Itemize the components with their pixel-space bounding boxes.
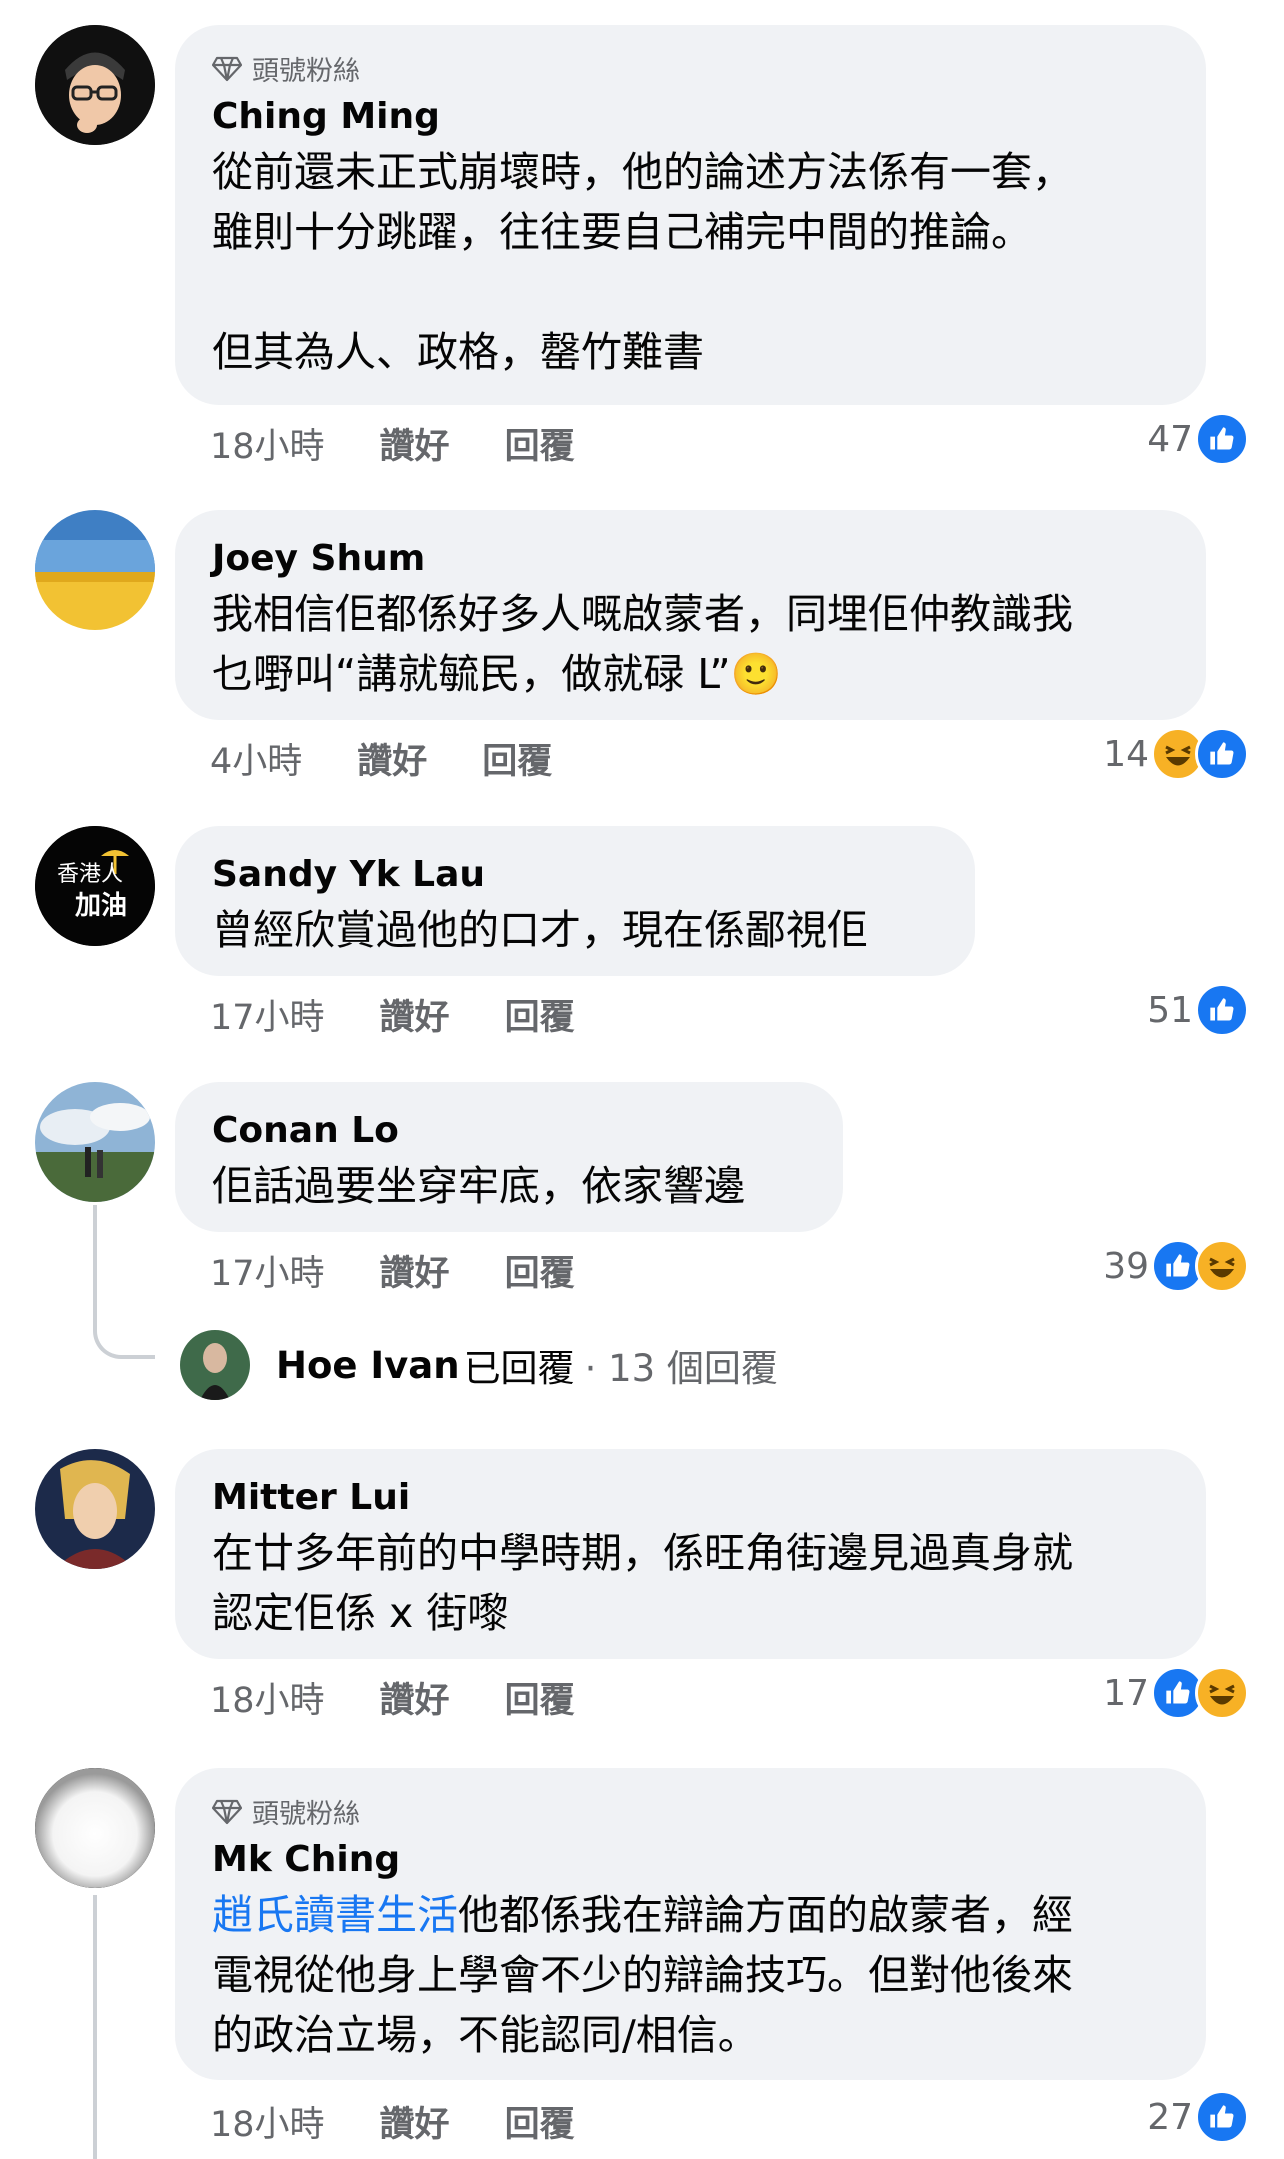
author-name[interactable]: Ching Ming: [212, 92, 1170, 142]
avatar[interactable]: [35, 510, 155, 630]
avatar-text: 香港人: [57, 862, 123, 887]
timestamp[interactable]: 18小時: [210, 2096, 325, 2147]
timestamp[interactable]: 18小時: [210, 1672, 325, 1723]
comment-line: 曾經欣賞過他的口才，現在係鄙視佢: [212, 906, 868, 954]
reaction-count: 14: [1103, 733, 1149, 775]
timestamp[interactable]: 18小時: [210, 418, 325, 469]
reply-author-name: Hoe Ivan: [276, 1343, 460, 1387]
timestamp[interactable]: 4小時: [210, 733, 302, 784]
reply-button[interactable]: 回覆: [482, 733, 552, 784]
reaction-summary[interactable]: 14: [1103, 727, 1249, 781]
badge-label: 頭號粉絲: [252, 56, 360, 87]
comment-line: [212, 262, 1170, 322]
comment-actions: 18小時 讚好 回覆: [210, 418, 630, 469]
reaction-summary[interactable]: 51: [1147, 983, 1249, 1037]
reaction-count: 17: [1103, 1672, 1149, 1714]
timestamp[interactable]: 17小時: [210, 1245, 325, 1296]
thread-connector: [93, 1895, 97, 2159]
comment-text: 曾經欣賞過他的口才，現在係鄙視佢: [212, 900, 939, 960]
like-button[interactable]: 讚好: [380, 2096, 450, 2147]
comment-bubble: Joey Shum 我相信佢都係好多人嘅啟蒙者，同埋佢仲教識我 乜嘢叫“講就毓民，…: [175, 510, 1206, 720]
diamond-icon: [212, 1799, 242, 1824]
reply-action: 已回覆: [463, 1347, 575, 1390]
like-reaction-icon: [1195, 2090, 1249, 2144]
comment-line: 認定佢係 x 街嚟: [212, 1589, 509, 1637]
reply-button[interactable]: 回覆: [505, 1672, 575, 1723]
like-reaction-icon: [1195, 983, 1249, 1037]
author-name[interactable]: Joey Shum: [212, 534, 1170, 584]
like-reaction-icon: [1195, 412, 1249, 466]
avatar[interactable]: [35, 1082, 155, 1202]
reply-button[interactable]: 回覆: [505, 418, 575, 469]
comment-actions: 4小時 讚好 回覆: [210, 733, 607, 784]
badge-label: 頭號粉絲: [252, 1799, 360, 1830]
avatar-text: 加油: [75, 891, 127, 921]
avatar[interactable]: [35, 1449, 155, 1569]
avatar[interactable]: [35, 1768, 155, 1888]
avatar[interactable]: [35, 25, 155, 145]
view-replies-link[interactable]: Hoe Ivan 已回覆 · 13 個回覆: [180, 1330, 778, 1400]
comment-bubble: Conan Lo 佢話過要坐穿牢底，依家響邊: [175, 1082, 843, 1232]
comment-bubble: Mitter Lui 在廿多年前的中學時期，係旺角街邊見過真身就 認定佢係 x 街…: [175, 1449, 1206, 1659]
comment-line: 趙氏讀書生活他都係我在辯論方面的啟蒙者，經: [212, 1885, 1170, 1945]
avatar[interactable]: 香港人 加油: [35, 826, 155, 946]
comment-line: 佢話過要坐穿牢底，依家響邊: [212, 1162, 745, 1210]
thread-connector: [93, 1205, 155, 1359]
reaction-summary[interactable]: 39: [1103, 1239, 1249, 1293]
comment-text: 我相信佢都係好多人嘅啟蒙者，同埋佢仲教識我 乜嘢叫“講就毓民，做就碌 L”🙂: [212, 584, 1170, 704]
reply-button[interactable]: 回覆: [505, 2096, 575, 2147]
comment-line: 但其為人、政格，罄竹難書: [212, 328, 704, 376]
author-name[interactable]: Mk Ching: [212, 1835, 1170, 1885]
comment-actions: 17小時 讚好 回覆: [210, 989, 630, 1040]
reply-button[interactable]: 回覆: [505, 1245, 575, 1296]
top-fan-badge: 頭號粉絲: [212, 49, 1170, 88]
top-fan-badge: 頭號粉絲: [212, 1792, 1170, 1831]
comment-bubble: Sandy Yk Lau 曾經欣賞過他的口才，現在係鄙視佢: [175, 826, 975, 976]
haha-reaction-icon: [1195, 1666, 1249, 1720]
like-button[interactable]: 讚好: [380, 418, 450, 469]
comment-line: 電視從他身上學會不少的辯論技巧。但對他後來: [212, 1951, 1073, 1999]
timestamp[interactable]: 17小時: [210, 989, 325, 1040]
comment-line: 的政治立場，不能認同/相信。: [212, 2011, 759, 2059]
diamond-icon: [212, 56, 242, 81]
comment-text: 趙氏讀書生活他都係我在辯論方面的啟蒙者，經電視從他身上學會不少的辯論技巧。但對他…: [212, 1885, 1170, 2065]
like-reaction-icon: [1195, 727, 1249, 781]
page-mention-link[interactable]: 趙氏讀書生活: [212, 1891, 458, 1939]
comment-bubble: 頭號粉絲 Ching Ming 從前還未正式崩壞時，他的論述方法係有一套， 雖則十…: [175, 25, 1206, 405]
like-button[interactable]: 讚好: [357, 733, 427, 784]
comment-actions: 17小時 讚好 回覆: [210, 1245, 630, 1296]
like-button[interactable]: 讚好: [380, 1672, 450, 1723]
comment-line: 乜嘢叫“講就毓民，做就碌 L”🙂: [212, 650, 782, 698]
comment-bubble: 頭號粉絲 Mk Ching 趙氏讀書生活他都係我在辯論方面的啟蒙者，經電視從他身…: [175, 1768, 1206, 2080]
author-name[interactable]: Conan Lo: [212, 1106, 807, 1156]
reaction-summary[interactable]: 47: [1147, 412, 1249, 466]
reply-button[interactable]: 回覆: [505, 989, 575, 1040]
reply-count: · 13 個回覆: [584, 1347, 778, 1390]
comment-line: 從前還未正式崩壞時，他的論述方法係有一套，: [212, 148, 1073, 196]
author-name[interactable]: Mitter Lui: [212, 1473, 1170, 1523]
like-button[interactable]: 讚好: [380, 1245, 450, 1296]
comment-actions: 18小時 讚好 回覆: [210, 2096, 630, 2147]
reaction-count: 27: [1147, 2096, 1193, 2138]
reaction-count: 47: [1147, 418, 1193, 460]
reaction-summary[interactable]: 27: [1147, 2090, 1249, 2144]
reaction-summary[interactable]: 17: [1103, 1666, 1249, 1720]
comment-text: 在廿多年前的中學時期，係旺角街邊見過真身就 認定佢係 x 街嚟: [212, 1523, 1170, 1643]
comment-line: 雖則十分跳躍，往往要自己補完中間的推論。: [212, 208, 1032, 256]
haha-reaction-icon: [1195, 1239, 1249, 1293]
avatar: [180, 1330, 250, 1400]
like-button[interactable]: 讚好: [380, 989, 450, 1040]
comment-actions: 18小時 讚好 回覆: [210, 1672, 630, 1723]
comment-line: 在廿多年前的中學時期，係旺角街邊見過真身就: [212, 1529, 1073, 1577]
comment-line-text: 他都係我在辯論方面的啟蒙者，經: [458, 1891, 1073, 1939]
reaction-count: 51: [1147, 989, 1193, 1031]
comment-text: 從前還未正式崩壞時，他的論述方法係有一套， 雖則十分跳躍，往往要自己補完中間的推論…: [212, 142, 1170, 382]
comment-line: 我相信佢都係好多人嘅啟蒙者，同埋佢仲教識我: [212, 590, 1073, 638]
comment-text: 佢話過要坐穿牢底，依家響邊: [212, 1156, 807, 1216]
author-name[interactable]: Sandy Yk Lau: [212, 850, 939, 900]
reaction-count: 39: [1103, 1245, 1149, 1287]
